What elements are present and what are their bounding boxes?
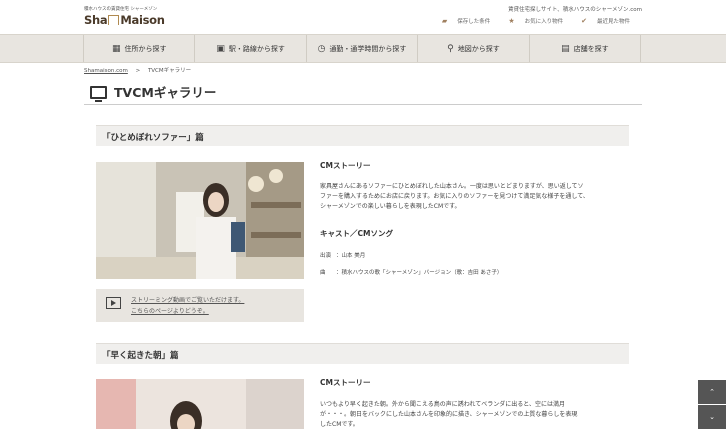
- chevron-down-icon: ⌄: [709, 413, 715, 421]
- favorites-link[interactable]: ★ お気に入り物件: [508, 17, 563, 25]
- house-logo-icon: [108, 15, 120, 25]
- cm2-story-heading: CMストーリー: [320, 378, 371, 387]
- tv-icon: [90, 86, 107, 102]
- video-play-icon: [106, 297, 121, 309]
- site-header: 積水ハウスの賃貸住宅 シャーメゾン Sha Maison 賃貸住宅探しサイト、積水…: [0, 0, 726, 34]
- nav-search-by-commute[interactable]: ◷ 通勤・通学時間から探す: [305, 35, 417, 62]
- cm1-streaming-box: ストリーミング動画でご覧いただけます。 こちらのページよりどうぞ。: [96, 289, 304, 322]
- cm1-song-row: 曲：積水ハウスの歌「シャーメゾン」バージョン（歌：吉田 あさ子）: [320, 270, 503, 276]
- nav-find-store[interactable]: ▤ 店舗を探す: [528, 35, 642, 62]
- streaming-link-2[interactable]: こちらのページよりどうぞ。: [131, 306, 209, 315]
- map-icon: ▦: [111, 43, 121, 54]
- page-title-bar: TVCMギャラリー: [84, 82, 642, 105]
- scroll-down-button[interactable]: ⌄: [698, 405, 726, 429]
- breadcrumb-current: TVCMギャラリー: [147, 68, 192, 74]
- nav-search-by-station[interactable]: ▣ 駅・路線から探す: [194, 35, 305, 62]
- recently-viewed-link[interactable]: ✔ 最近見た物件: [581, 17, 630, 25]
- scroll-up-button[interactable]: ⌃: [698, 380, 726, 404]
- main-nav: ▦ 住所から探す ▣ 駅・路線から探す ◷ 通勤・通学時間から探す ⚲ 地図から探す ▤…: [0, 34, 726, 63]
- utility-links: ▰ 保存した条件 ★ お気に入り物件 ✔ 最近見た物件: [442, 17, 630, 25]
- shop-icon: ▤: [561, 43, 570, 54]
- check-icon: ✔: [581, 17, 587, 25]
- breadcrumb-home[interactable]: Shamaison.com: [84, 68, 128, 74]
- nav-search-by-address[interactable]: ▦ 住所から探す: [83, 35, 194, 62]
- site-tagline: 賃貸住宅探しサイト、積水ハウスのシャーメゾン.com: [507, 7, 642, 13]
- logo-subtitle: 積水ハウスの賃貸住宅 シャーメゾン: [84, 7, 158, 12]
- pin-icon: ⚲: [447, 43, 454, 54]
- nav-search-by-map[interactable]: ⚲ 地図から探す: [417, 35, 528, 62]
- folder-icon: ▰: [441, 17, 448, 25]
- cm1-title: 「ひとめぼれソファー」篇: [96, 125, 629, 146]
- page-title: TVCMギャラリー: [114, 85, 217, 100]
- breadcrumb: Shamaison.com > TVCMギャラリー: [84, 68, 192, 74]
- star-icon: ★: [508, 17, 515, 25]
- clock-icon: ◷: [317, 43, 326, 54]
- cm1-story-text: 家具屋さんにあるソファーにひとめぼれした山本さん。一度は思いとどまりますが、思い…: [320, 183, 589, 210]
- cm1-thumbnail[interactable]: [96, 162, 304, 279]
- cm1-story-heading: CMストーリー: [320, 161, 371, 170]
- cm2-title: 「早く起きた朝」篇: [96, 343, 629, 364]
- saved-conditions-link[interactable]: ▰ 保存した条件: [442, 17, 490, 25]
- cm1-cast-heading: キャスト／CMソング: [320, 229, 393, 238]
- cm2-story-text: いつもより早く起きた朝。外から聞こえる鳥の声に誘われてベランダに出ると、空には満…: [320, 401, 578, 428]
- streaming-link-1[interactable]: ストリーミング動画でご覧いただけます。: [131, 295, 244, 304]
- site-logo[interactable]: Sha Maison: [84, 13, 165, 27]
- cm2-thumbnail[interactable]: [96, 379, 304, 429]
- train-icon: ▣: [216, 43, 225, 54]
- cm1-cast-row: 出演 ：山本 美月: [320, 253, 366, 259]
- chevron-up-icon: ⌃: [709, 388, 715, 396]
